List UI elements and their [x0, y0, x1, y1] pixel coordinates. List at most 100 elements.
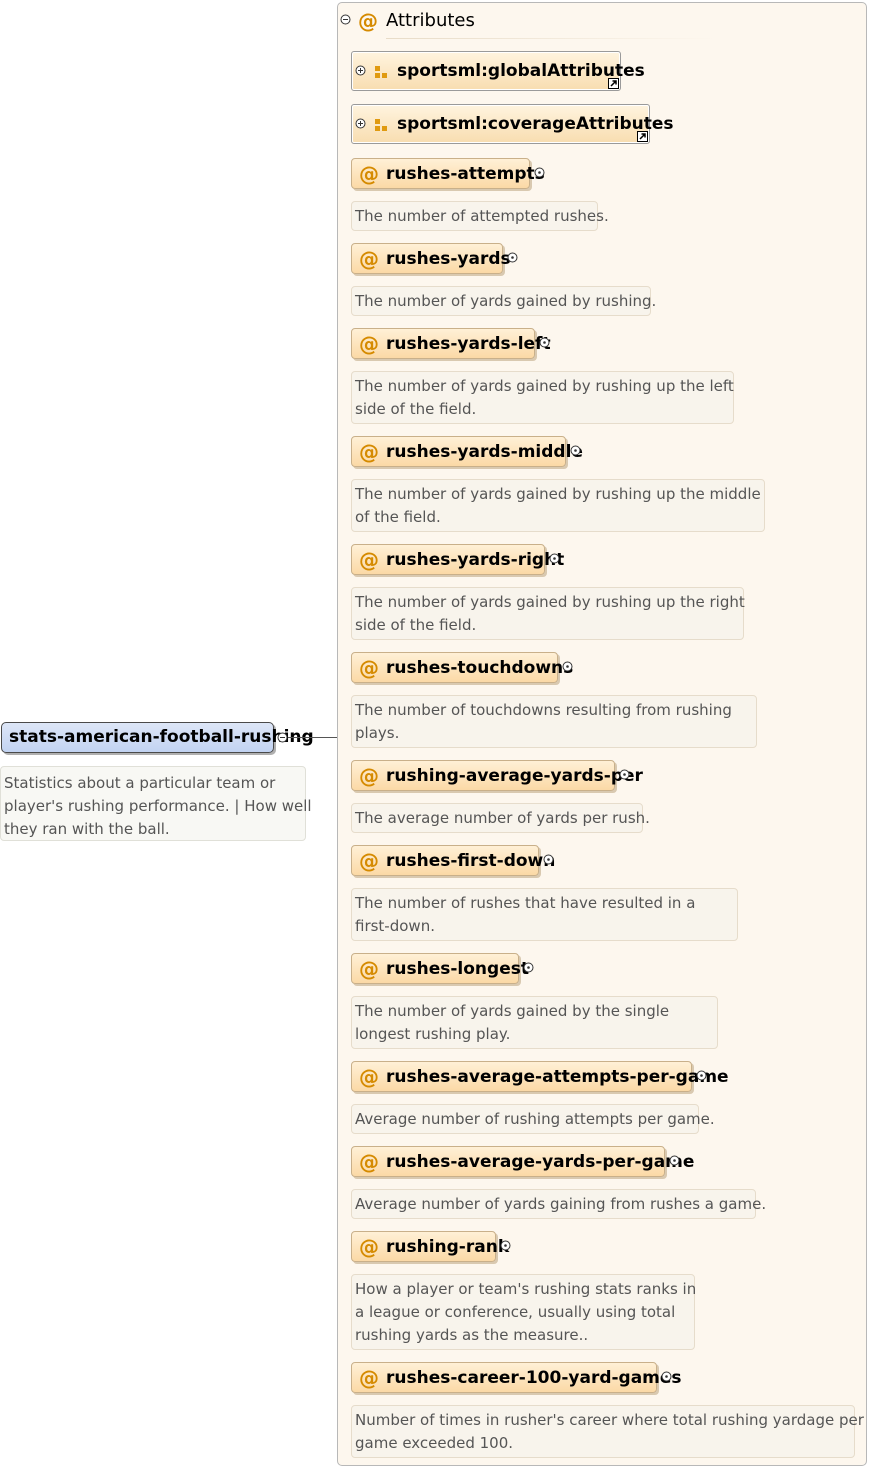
group-label: sportsml:coverageAttributes: [397, 114, 674, 134]
group-reference-coverage-attributes[interactable]: sportsml:coverageAttributes: [351, 104, 674, 144]
attribute-rushes-yards-left[interactable]: @ rushes-yards-left: [351, 328, 551, 359]
attribute-rushing-average-yards-per[interactable]: @ rushing-average-yards-per: [351, 760, 643, 791]
attribute-icon: @: [359, 548, 379, 572]
attribute-name: rushes-first-down: [386, 851, 556, 871]
attribute-name: rushes-attempts: [386, 164, 545, 184]
attribute-icon: @: [359, 656, 379, 680]
attribute-documentation: The number of yards gained by rushing.: [351, 286, 657, 316]
attribute-rushes-longest[interactable]: @ rushes-longest: [351, 953, 529, 984]
doc-line: side of the field.: [355, 616, 477, 634]
attribute-group-icon: [375, 66, 387, 78]
doc-line: The average number of yards per rush.: [355, 809, 650, 827]
attribute-rushes-yards-right[interactable]: @ rushes-yards-right: [351, 544, 564, 575]
attribute-name: rushes-touchdowns: [386, 658, 574, 678]
expand-icon[interactable]: [661, 1371, 672, 1382]
collapse-icon[interactable]: [340, 14, 351, 25]
attribute-icon: @: [359, 849, 379, 873]
attribute-icon: @: [359, 162, 379, 186]
expand-icon[interactable]: [696, 1070, 707, 1081]
doc-line: Average number of rushing attempts per g…: [355, 1110, 715, 1128]
expand-icon[interactable]: [562, 661, 573, 672]
attribute-name: rushes-career-100-yard-games: [386, 1368, 682, 1388]
expand-icon[interactable]: [549, 553, 560, 564]
attribute-name: rushes-average-attempts-per-game: [386, 1067, 729, 1087]
doc-line: Statistics about a particular team or: [4, 774, 276, 792]
attribute-name: rushing-rank: [386, 1237, 510, 1257]
attribute-documentation: Number of times in rusher's career where…: [351, 1405, 864, 1458]
doc-line: Average number of yards gaining from rus…: [355, 1195, 767, 1213]
attribute-icon: @: [359, 440, 379, 464]
collapse-icon[interactable]: [277, 732, 288, 743]
doc-line: The number of yards gained by rushing.: [355, 292, 657, 310]
root-element-documentation: Statistics about a particular team or pl…: [0, 766, 312, 841]
attribute-icon: @: [359, 957, 379, 981]
attribute-documentation: The number of yards gained by rushing up…: [351, 587, 745, 640]
attribute-rushes-career-100-yard-games[interactable]: @ rushes-career-100-yard-games: [351, 1362, 682, 1393]
attribute-documentation: The number of yards gained by rushing up…: [351, 371, 734, 424]
attribute-documentation: The average number of yards per rush.: [351, 803, 650, 833]
attributes-title: Attributes: [386, 10, 475, 31]
expand-icon[interactable]: [669, 1155, 680, 1166]
attribute-rushes-yards[interactable]: @ rushes-yards: [351, 243, 511, 274]
doc-line: The number of yards gained by the single: [355, 1002, 670, 1020]
attribute-icon: @: [359, 1150, 379, 1174]
doc-line: The number of touchdowns resulting from …: [355, 701, 732, 719]
doc-line: player's rushing performance. | How well: [4, 797, 312, 815]
doc-line: The number of yards gained by rushing up…: [355, 377, 734, 395]
doc-line: The number of attempted rushes.: [355, 207, 609, 225]
attribute-group-icon: [375, 119, 387, 131]
root-element-name: stats-american-football-rushing: [9, 727, 314, 747]
attribute-rushes-yards-middle[interactable]: @ rushes-yards-middle: [351, 436, 583, 467]
attribute-name: rushes-average-yards-per-game: [386, 1152, 695, 1172]
attribute-name: rushing-average-yards-per: [386, 766, 643, 786]
root-element-box[interactable]: stats-american-football-rushing: [1, 722, 314, 753]
doc-line: longest rushing play.: [355, 1025, 511, 1043]
doc-line: The number of yards gained by rushing up…: [355, 593, 745, 611]
attribute-icon: @: [359, 1235, 379, 1259]
attribute-documentation: The number of touchdowns resulting from …: [351, 695, 757, 748]
doc-line: side of the field.: [355, 400, 477, 418]
attribute-name: rushes-yards-right: [386, 550, 565, 570]
attribute-rushing-rank[interactable]: @ rushing-rank: [351, 1231, 509, 1262]
connector-line: [288, 737, 337, 738]
doc-line: they ran with the ball.: [4, 820, 170, 838]
attribute-name: rushes-yards: [386, 249, 511, 269]
attribute-rushes-average-attempts-per-game[interactable]: @ rushes-average-attempts-per-game: [351, 1061, 729, 1092]
attribute-icon: @: [359, 247, 379, 271]
expand-icon[interactable]: [619, 769, 630, 780]
attribute-icon: @: [359, 764, 379, 788]
doc-line: a league or conference, usually using to…: [355, 1303, 676, 1321]
group-reference-global-attributes[interactable]: sportsml:globalAttributes: [351, 51, 645, 91]
attribute-icon: @: [359, 1366, 379, 1390]
doc-line: How a player or team's rushing stats ran…: [355, 1280, 697, 1298]
doc-line: plays.: [355, 724, 400, 742]
attribute-name: rushes-longest: [386, 959, 529, 979]
attribute-rushes-touchdowns[interactable]: @ rushes-touchdowns: [351, 652, 573, 683]
attribute-icon: @: [359, 1065, 379, 1089]
expand-icon[interactable]: [523, 962, 534, 973]
expand-icon[interactable]: [355, 65, 366, 76]
attribute-rushes-average-yards-per-game[interactable]: @ rushes-average-yards-per-game: [351, 1146, 694, 1177]
attribute-rushes-attempts[interactable]: @ rushes-attempts: [351, 158, 545, 189]
expand-icon[interactable]: [355, 118, 366, 129]
attribute-rushes-first-down[interactable]: @ rushes-first-down: [351, 845, 555, 876]
doc-line: rushing yards as the measure..: [355, 1326, 589, 1344]
attribute-documentation: The number of attempted rushes.: [351, 201, 609, 231]
attribute-documentation: The number of yards gained by the single…: [351, 996, 718, 1049]
expand-icon[interactable]: [500, 1240, 511, 1251]
title-divider: [386, 38, 716, 39]
reference-arrow-icon[interactable]: [637, 131, 648, 142]
reference-arrow-icon[interactable]: [608, 78, 619, 89]
doc-line: first-down.: [355, 917, 435, 935]
attribute-documentation: Average number of rushing attempts per g…: [351, 1104, 715, 1134]
expand-icon[interactable]: [570, 445, 581, 456]
doc-line: Number of times in rusher's career where…: [355, 1411, 864, 1429]
expand-icon[interactable]: [539, 337, 550, 348]
expand-icon[interactable]: [543, 854, 554, 865]
expand-icon[interactable]: [534, 167, 545, 178]
expand-icon[interactable]: [507, 252, 518, 263]
doc-line: of the field.: [355, 508, 441, 526]
attribute-name: rushes-yards-middle: [386, 442, 583, 462]
attribute-name: rushes-yards-left: [386, 334, 551, 354]
attribute-documentation: How a player or team's rushing stats ran…: [351, 1274, 697, 1350]
